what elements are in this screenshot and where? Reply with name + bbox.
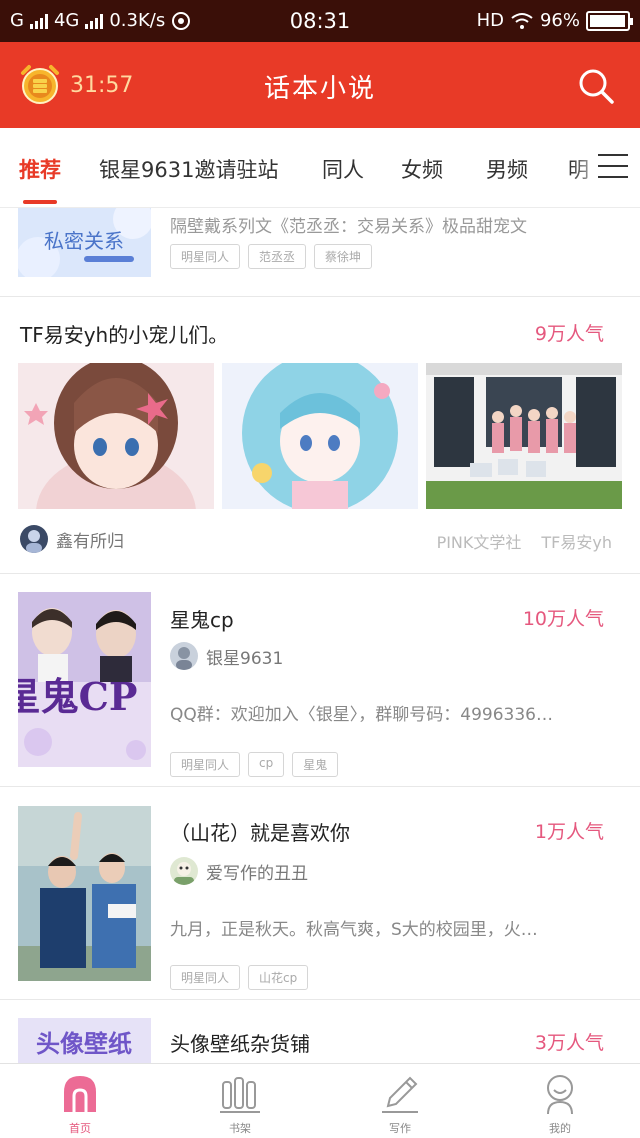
status-bar: G 4G 0.3K/s 08:31 HD 96%: [0, 0, 640, 42]
wifi-icon: [511, 12, 533, 29]
book-title[interactable]: 星鬼cp: [170, 604, 234, 633]
tag-list: 明星同人 山花cp: [170, 965, 309, 990]
collection-image-group-photo[interactable]: [426, 363, 622, 509]
avatar: [20, 525, 48, 553]
tab-male[interactable]: 男频: [486, 154, 528, 184]
tag[interactable]: 蔡徐坤: [314, 244, 373, 269]
search-icon[interactable]: [576, 66, 616, 106]
book-title[interactable]: 头像壁纸杂货铺: [170, 1028, 310, 1057]
bookshelf-icon: [220, 1077, 260, 1113]
tab-invite-station[interactable]: 银星9631邀请驻站: [99, 154, 278, 184]
author-name: 爱写作的丑丑: [206, 863, 308, 884]
collection-image-anime-girl[interactable]: [18, 363, 214, 509]
collection-popularity: 9万人气: [534, 323, 604, 345]
tag[interactable]: cp: [248, 752, 285, 777]
nav-label: 我的: [549, 1122, 571, 1135]
nav-label: 写作: [389, 1122, 411, 1135]
tag[interactable]: 范丞丞: [248, 244, 307, 269]
book-cover[interactable]: 星鬼CP: [18, 592, 151, 767]
tag[interactable]: 明星同人: [170, 965, 241, 990]
nav-write[interactable]: 写作: [320, 1064, 480, 1138]
book-description: 九月，正是秋天。秋高气爽，S大的校园里，火…: [170, 920, 538, 940]
tab-recommend[interactable]: 推荐: [19, 154, 61, 184]
battery-percent: 96%: [539, 10, 580, 31]
author-name: 银星9631: [206, 648, 284, 669]
app-header: 31:57 话本小说: [0, 42, 640, 128]
collection-card[interactable]: TF易安yh的小宠儿们。 9万人气 鑫有所归 PINK文学社 TF易安yh: [0, 297, 640, 574]
book-cover[interactable]: 私密关系: [18, 208, 151, 277]
category-tabs: 推荐 银星9631邀请驻站 同人 女频 男频 明: [0, 128, 640, 208]
battery-icon: [586, 10, 633, 31]
cover-text: 星鬼CP: [18, 674, 137, 719]
collection-tag[interactable]: PINK文学社: [437, 529, 522, 553]
menu-icon[interactable]: [598, 154, 628, 182]
collection-tag[interactable]: TF易安yh: [541, 529, 612, 553]
collection-images: [18, 363, 622, 509]
nav-bookshelf[interactable]: 书架: [160, 1064, 320, 1138]
collection-image-anime-blue[interactable]: [222, 363, 418, 509]
avatar: [170, 857, 198, 885]
alarm-clock-icon[interactable]: [18, 63, 62, 107]
home-icon: [64, 1076, 96, 1112]
nav-profile[interactable]: 我的: [480, 1064, 640, 1138]
nav-home[interactable]: 首页: [0, 1064, 160, 1138]
book-description: QQ群：欢迎加入〈银星〉，群聊号码：4996336…: [170, 705, 553, 725]
cover-text: 头像壁纸: [36, 1029, 132, 1058]
cover-text: 私密关系: [44, 229, 124, 253]
active-tab-indicator: [23, 200, 57, 204]
collection-tags: PINK文学社 TF易安yh: [437, 529, 612, 553]
author-name: 鑫有所归: [56, 531, 124, 552]
status-right: HD 96%: [476, 10, 633, 31]
tag[interactable]: 山花cp: [248, 965, 309, 990]
book-author[interactable]: 银星9631: [170, 642, 283, 670]
collection-title: TF易安yh的小宠儿们。: [20, 323, 229, 347]
tag[interactable]: 明星同人: [170, 244, 241, 269]
reading-timer: 31:57: [70, 73, 134, 98]
hd-label: HD: [476, 10, 504, 31]
nav-label: 首页: [69, 1122, 91, 1135]
book-card[interactable]: （山花）就是喜欢你 1万人气 爱写作的丑丑 九月，正是秋天。秋高气爽，S大的校园…: [0, 787, 640, 1000]
book-description: 隔壁戴系列文《范丞丞：交易关系》极品甜宠文: [170, 217, 527, 237]
book-cover[interactable]: [18, 806, 151, 981]
popularity-count: 3万人气: [534, 1032, 604, 1054]
battery-fill: [590, 14, 625, 27]
avatar: [170, 642, 198, 670]
book-card[interactable]: 头像壁纸 头像壁纸杂货铺 3万人气: [0, 1000, 640, 1063]
tag[interactable]: 星鬼: [292, 752, 339, 777]
feed[interactable]: 私密关系 隔壁戴系列文《范丞丞：交易关系》极品甜宠文 明星同人 范丞丞 蔡徐坤 …: [0, 208, 640, 1063]
tab-female[interactable]: 女频: [401, 154, 443, 184]
book-title[interactable]: （山花）就是喜欢你: [170, 817, 350, 846]
book-card-partial[interactable]: 私密关系 隔壁戴系列文《范丞丞：交易关系》极品甜宠文 明星同人 范丞丞 蔡徐坤: [0, 208, 640, 297]
book-card[interactable]: 星鬼CP 星鬼cp 10万人气 银星9631 QQ群：欢迎加入〈银星〉，群聊号码…: [0, 574, 640, 787]
book-cover[interactable]: 头像壁纸: [18, 1018, 151, 1063]
bottom-navigation: 首页 书架 写作 我的: [0, 1063, 640, 1138]
nav-label: 书架: [229, 1122, 251, 1135]
profile-icon: [547, 1075, 573, 1115]
collection-author[interactable]: 鑫有所归: [20, 525, 124, 553]
book-author[interactable]: 爱写作的丑丑: [170, 857, 308, 885]
pen-icon: [382, 1076, 418, 1113]
tab-fanfic[interactable]: 同人: [322, 154, 364, 184]
tag-list: 明星同人 范丞丞 蔡徐坤: [170, 244, 373, 269]
popularity-count: 1万人气: [534, 821, 604, 843]
tag[interactable]: 明星同人: [170, 752, 241, 777]
popularity-count: 10万人气: [522, 608, 604, 630]
tag-list: 明星同人 cp 星鬼: [170, 752, 339, 777]
